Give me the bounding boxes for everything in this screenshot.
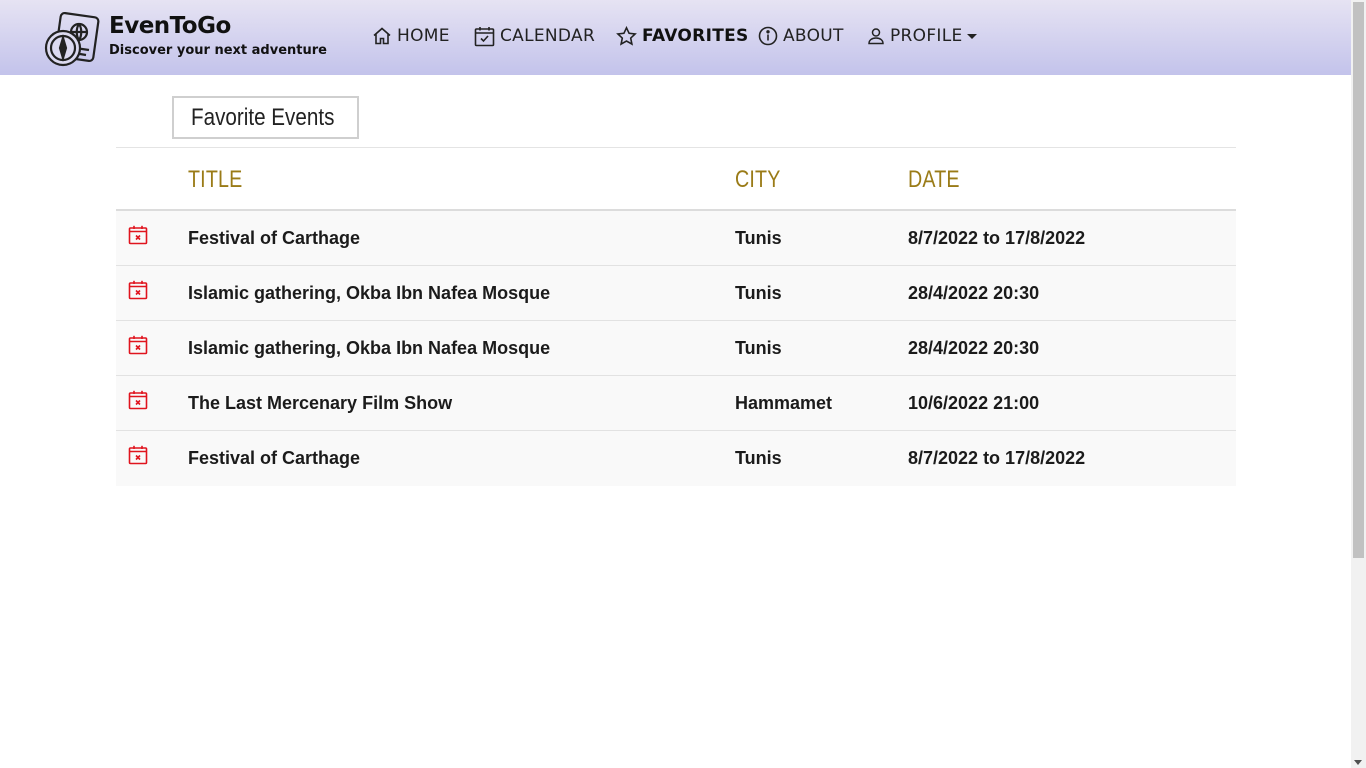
page-scrollbar[interactable]: [1351, 0, 1366, 768]
event-title[interactable]: Festival of Carthage: [188, 448, 360, 469]
event-city: Tunis: [735, 283, 782, 303]
event-title[interactable]: Islamic gathering, Okba Ibn Nafea Mosque: [188, 283, 550, 304]
table-row: Festival of Carthage Tunis 8/7/2022 to 1…: [116, 211, 1236, 266]
table-row: Festival of Carthage Tunis 8/7/2022 to 1…: [116, 431, 1236, 486]
brand-tagline: Discover your next adventure: [109, 43, 327, 58]
nav-calendar-label: CALENDAR: [500, 26, 596, 46]
table-header: TITLE CITY DATE: [116, 147, 1236, 211]
person-icon: [868, 28, 884, 45]
chevron-down-icon: [966, 33, 977, 39]
event-city: Hammamet: [735, 393, 833, 413]
nav-profile-label: PROFILE: [890, 26, 963, 46]
home-icon: [373, 27, 391, 45]
event-date: 28/4/2022 20:30: [908, 283, 1040, 303]
nav-favorites-label: FAVORITES: [642, 26, 749, 46]
event-date: 8/7/2022 to 17/8/2022: [908, 228, 1086, 248]
nav-about[interactable]: ABOUT: [758, 22, 844, 50]
event-city: Tunis: [735, 338, 782, 358]
calendar-x-icon[interactable]: [128, 280, 148, 300]
event-title[interactable]: The Last Mercenary Film Show: [188, 393, 452, 414]
scroll-down-arrow-icon[interactable]: [1354, 760, 1362, 765]
navbar: EvenToGo Discover your next adventure HO…: [0, 0, 1351, 75]
event-city: Tunis: [735, 448, 782, 468]
nav-calendar[interactable]: CALENDAR: [474, 22, 595, 50]
nav-home[interactable]: HOME: [372, 22, 450, 50]
nav-home-label: HOME: [397, 26, 450, 46]
nav-favorites[interactable]: FAVORITES: [616, 22, 749, 50]
scrollbar-thumb[interactable]: [1353, 2, 1364, 558]
favorites-table: TITLE CITY DATE Festival of Carthage Tun…: [116, 147, 1236, 486]
event-title[interactable]: Islamic gathering, Okba Ibn Nafea Mosque: [188, 338, 550, 359]
column-header-title: TITLE: [188, 166, 243, 193]
passport-compass-icon: [44, 12, 100, 67]
nav-profile-dropdown[interactable]: PROFILE: [867, 22, 977, 50]
brand[interactable]: EvenToGo Discover your next adventure: [43, 12, 327, 68]
calendar-check-icon: [474, 26, 495, 46]
calendar-x-icon[interactable]: [128, 445, 148, 465]
section-title: Favorite Events: [191, 103, 335, 131]
nav-about-label: ABOUT: [783, 26, 844, 46]
event-date: 8/7/2022 to 17/8/2022: [908, 448, 1086, 468]
event-date: 28/4/2022 20:30: [908, 338, 1040, 358]
brand-title: EvenToGo: [109, 13, 231, 39]
column-header-date: DATE: [908, 166, 960, 193]
star-icon: [616, 25, 637, 46]
table-row: Islamic gathering, Okba Ibn Nafea Mosque…: [116, 266, 1236, 321]
event-title[interactable]: Festival of Carthage: [188, 228, 360, 249]
favorite-events-header: Favorite Events: [172, 96, 359, 139]
info-circle-icon: [758, 26, 778, 46]
calendar-x-icon[interactable]: [128, 225, 148, 245]
table-row: Islamic gathering, Okba Ibn Nafea Mosque…: [116, 321, 1236, 376]
column-header-city: CITY: [735, 166, 781, 193]
calendar-x-icon[interactable]: [128, 335, 148, 355]
event-date: 10/6/2022 21:00: [908, 393, 1040, 413]
calendar-x-icon[interactable]: [128, 390, 148, 410]
event-city: Tunis: [735, 228, 782, 248]
table-row: The Last Mercenary Film Show Hammamet 10…: [116, 376, 1236, 431]
